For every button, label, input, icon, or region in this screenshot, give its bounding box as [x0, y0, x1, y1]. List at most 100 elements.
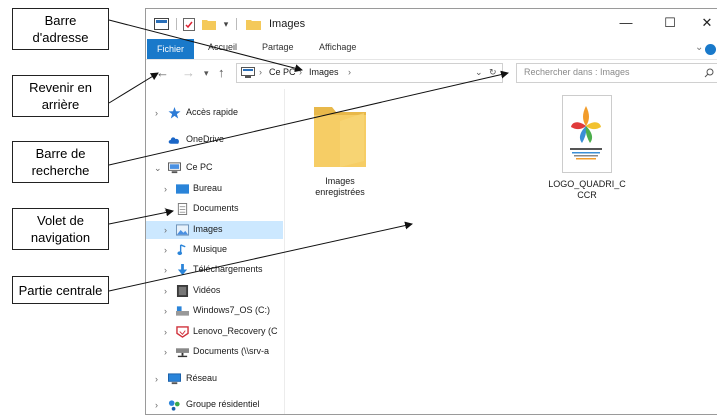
breadcrumb-this-pc[interactable]: Ce PC — [269, 67, 296, 77]
breadcrumb-images[interactable]: Images — [309, 67, 339, 77]
nav-label: Ce PC — [186, 162, 213, 172]
minimize-button[interactable]: — — [611, 12, 641, 34]
nav-item-windows-drive[interactable]: › Windows7_OS (C:) — [146, 302, 283, 320]
explorer-app-icon[interactable] — [154, 17, 169, 31]
tab-home[interactable]: Accueil — [208, 42, 237, 52]
callout-address-bar: Barre d'adresse — [12, 8, 109, 50]
nav-label: Téléchargements — [193, 264, 263, 274]
close-button[interactable]: ✕ — [692, 12, 717, 34]
download-icon — [177, 264, 188, 276]
expand-chevron-icon[interactable]: › — [164, 306, 167, 316]
nav-item-this-pc[interactable]: ⌄ Ce PC — [146, 159, 283, 177]
desktop-folder-icon — [176, 184, 189, 194]
expand-chevron-icon[interactable]: › — [164, 327, 167, 337]
nav-item-homegroup[interactable]: › Groupe résidentiel — [146, 396, 283, 414]
nav-label: Lenovo_Recovery (C — [193, 326, 278, 336]
nav-label: Groupe résidentiel — [186, 399, 260, 409]
window-title: Images — [269, 18, 306, 30]
nav-label: Bureau — [193, 183, 223, 193]
help-icon[interactable] — [705, 44, 716, 55]
nav-label: Images — [193, 224, 223, 234]
nav-item-network[interactable]: › Réseau — [146, 370, 283, 388]
folder-icon — [314, 107, 366, 167]
expand-chevron-icon[interactable]: › — [164, 225, 167, 235]
navigation-pane: › Accès rapide OneDrive ⌄ Ce PC › Bureau… — [146, 87, 283, 414]
video-icon — [176, 285, 189, 297]
nav-item-videos[interactable]: › Vidéos — [146, 282, 283, 300]
drive-icon — [176, 306, 189, 316]
image-item-logo[interactable]: LOGO_QUADRI_C CCR — [539, 95, 635, 201]
recovery-drive-icon — [176, 326, 189, 338]
title-bar: ▾ Images — ☐ ✕ — [146, 9, 717, 39]
refresh-icon[interactable]: ↻ — [489, 67, 497, 78]
collapse-chevron-icon[interactable]: ⌄ — [154, 163, 162, 174]
nav-label: Windows7_OS (C:) — [193, 305, 271, 315]
forward-button[interactable]: → — [182, 65, 195, 80]
expand-ribbon-icon[interactable]: ⌄ — [695, 42, 703, 53]
expand-chevron-icon[interactable]: › — [155, 374, 158, 384]
nav-item-downloads[interactable]: › Téléchargements — [146, 261, 283, 279]
expand-chevron-icon[interactable]: › — [164, 286, 167, 296]
nav-label: Documents — [193, 203, 239, 213]
nav-item-quick-access[interactable]: › Accès rapide — [146, 104, 283, 122]
nav-item-documents[interactable]: › Documents — [146, 200, 283, 218]
nav-label: OneDrive — [186, 134, 225, 144]
tab-view[interactable]: Affichage — [319, 42, 356, 52]
search-placeholder: Rechercher dans : Images — [524, 67, 630, 77]
documents-icon — [177, 203, 188, 215]
nav-item-images[interactable]: › Images — [146, 221, 283, 239]
new-folder-icon[interactable] — [202, 17, 216, 31]
nav-item-desktop[interactable]: › Bureau — [146, 180, 283, 198]
up-button[interactable]: ↑ — [218, 65, 225, 80]
music-icon — [177, 244, 186, 256]
nav-label: Musique — [193, 244, 228, 254]
computer-location-icon — [241, 67, 255, 78]
callout-central-area: Partie centrale — [12, 276, 109, 304]
expand-chevron-icon[interactable]: › — [155, 108, 158, 118]
maximize-button[interactable]: ☐ — [655, 12, 685, 34]
recent-locations-icon[interactable]: ▾ — [204, 68, 209, 79]
address-bar[interactable]: › Ce PC › Images › ⌄ ↻ — [236, 63, 503, 83]
search-icon[interactable] — [704, 68, 714, 78]
star-icon — [168, 107, 181, 119]
network-icon — [168, 373, 181, 385]
expand-chevron-icon[interactable]: › — [164, 347, 167, 357]
search-box[interactable]: Rechercher dans : Images — [516, 63, 717, 83]
folder-label-line1: Images — [325, 176, 355, 186]
cloud-icon — [168, 137, 179, 144]
nav-label: Réseau — [186, 373, 218, 383]
nav-label: Documents (\\srv-a — [193, 346, 270, 356]
computer-icon — [168, 162, 181, 174]
expand-chevron-icon[interactable]: › — [164, 265, 167, 275]
folder-label-line2: enregistrées — [315, 187, 365, 197]
tab-share[interactable]: Partage — [262, 42, 294, 52]
nav-item-onedrive[interactable]: OneDrive — [146, 131, 283, 149]
folder-item-saved-pictures[interactable]: Images enregistrées — [297, 101, 383, 198]
image-label-line2: CCR — [577, 190, 597, 200]
expand-chevron-icon[interactable]: › — [164, 204, 167, 214]
nav-item-recovery-drive[interactable]: › Lenovo_Recovery (C — [146, 323, 283, 341]
file-explorer-window: ▾ Images — ☐ ✕ Fichier Accueil Partage A… — [145, 8, 717, 415]
nav-item-network-documents[interactable]: › Documents (\\srv-a — [146, 343, 283, 361]
ribbon-tabs: Fichier Accueil Partage Affichage ⌄ — [146, 39, 717, 60]
nav-label: Vidéos — [193, 285, 221, 295]
nav-item-music[interactable]: › Musique — [146, 241, 283, 259]
quick-access-dropdown-icon[interactable]: ▾ — [221, 17, 231, 31]
expand-chevron-icon[interactable]: › — [164, 245, 167, 255]
back-button[interactable]: ← — [156, 65, 169, 80]
callout-search-bar: Barre de recherche — [12, 141, 109, 183]
expand-chevron-icon[interactable]: › — [164, 184, 167, 194]
content-area: Images enregistrées LOGO_QUADRI_C CCR — [285, 87, 717, 414]
network-drive-icon — [176, 348, 189, 358]
nav-label: Accès rapide — [186, 107, 239, 117]
image-label-line1: LOGO_QUADRI_C — [548, 179, 626, 189]
properties-icon[interactable] — [183, 17, 195, 31]
callout-go-back: Revenir en arrière — [12, 75, 109, 117]
address-row: ← → ▾ ↑ › Ce PC › Images › ⌄ ↻ Recherche… — [146, 61, 717, 85]
tab-file[interactable]: Fichier — [147, 39, 194, 59]
address-dropdown-icon[interactable]: ⌄ — [475, 67, 483, 78]
expand-chevron-icon[interactable]: › — [155, 400, 158, 410]
homegroup-icon — [168, 400, 180, 411]
pictures-icon — [176, 224, 189, 236]
callout-navigation-pane: Volet de navigation — [12, 208, 109, 250]
